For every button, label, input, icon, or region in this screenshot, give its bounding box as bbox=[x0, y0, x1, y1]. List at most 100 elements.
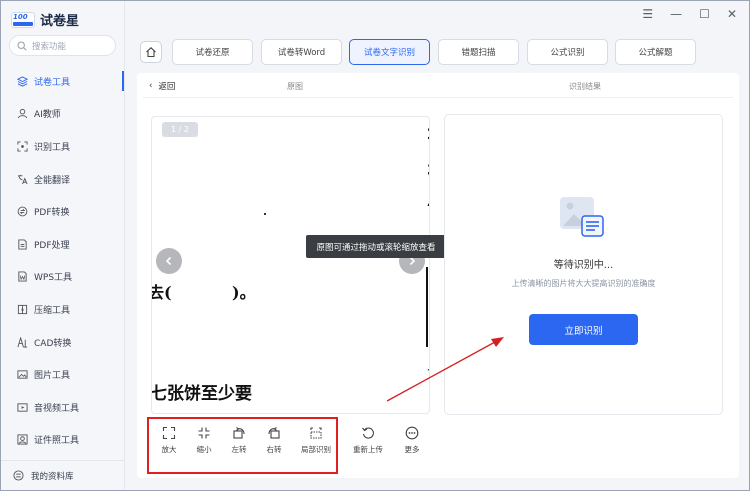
prev-page-button[interactable] bbox=[156, 248, 182, 274]
crop-icon bbox=[310, 427, 322, 439]
sidebar-item-label: 图片工具 bbox=[34, 371, 71, 382]
more-button[interactable]: 更多 bbox=[392, 426, 432, 455]
reupload-button[interactable]: 重新上传 bbox=[348, 426, 388, 455]
rotate-left-button[interactable]: 左转 bbox=[219, 426, 259, 455]
close-icon[interactable]: ✕ bbox=[727, 7, 737, 21]
reupload-icon bbox=[362, 427, 374, 439]
sidebar-item-recognition[interactable]: 识别工具 bbox=[1, 130, 124, 163]
tool-label: 放大 bbox=[161, 445, 177, 454]
sidebar-item-id-photo[interactable]: 证件照工具 bbox=[1, 424, 124, 457]
sidebar-item-label: 压缩工具 bbox=[34, 305, 71, 316]
wps-icon bbox=[18, 271, 27, 282]
sidebar-item-ai-teacher[interactable]: AI教师 bbox=[1, 98, 124, 131]
tab-formula-ocr[interactable]: 公式识别 bbox=[527, 39, 608, 65]
document-bracket bbox=[426, 267, 429, 347]
page-indicator: 1 / 2 bbox=[162, 122, 198, 137]
search-box[interactable]: 搜索功能 bbox=[9, 35, 116, 56]
sidebar-item-label: 识别工具 bbox=[34, 142, 71, 153]
chevron-left-icon: ‹ bbox=[149, 81, 153, 91]
cad-icon bbox=[17, 336, 28, 348]
home-icon bbox=[146, 47, 156, 58]
tab-wrong-question-scan[interactable]: 错题扫描 bbox=[438, 39, 519, 65]
upload-hint: 上传清晰的图片将大大提高识别的准确度 bbox=[511, 279, 656, 288]
sidebar-item-label: 试卷工具 bbox=[34, 77, 71, 88]
tool-label: 局部识别 bbox=[301, 445, 331, 454]
sidebar-item-label: AI教师 bbox=[34, 110, 61, 121]
divider bbox=[143, 97, 733, 98]
sidebar-item-label: PDF处理 bbox=[34, 240, 70, 251]
sidebar-item-cad[interactable]: CAD转换 bbox=[1, 326, 124, 359]
start-recognition-button[interactable]: 立即识别 bbox=[529, 314, 638, 345]
result-label: 识别结果 bbox=[569, 82, 601, 91]
rotate-left-icon bbox=[233, 427, 245, 439]
hamburger-menu-icon[interactable]: ☰ bbox=[642, 7, 653, 21]
sidebar-item-exam-tools[interactable]: 试卷工具 bbox=[1, 65, 124, 98]
scan-icon bbox=[17, 141, 28, 152]
search-icon bbox=[17, 40, 27, 51]
tool-label: 左转 bbox=[231, 445, 247, 454]
search-placeholder: 搜索功能 bbox=[32, 41, 67, 52]
document-text-line: 去( bbox=[152, 283, 172, 302]
maximize-icon[interactable]: ☐ bbox=[699, 7, 710, 21]
document-text-line: 七张饼至少要 bbox=[151, 384, 252, 404]
minimize-icon[interactable]: — bbox=[670, 7, 682, 21]
document-text-line: )。 bbox=[232, 283, 256, 302]
window-controls: ☰ — ☐ ✕ bbox=[642, 7, 737, 21]
my-library-button[interactable]: 我的资料库 bbox=[1, 460, 124, 490]
sidebar-item-image[interactable]: 图片工具 bbox=[1, 358, 124, 391]
app-name: 试卷星 bbox=[40, 14, 80, 29]
chevron-left-icon bbox=[165, 256, 172, 266]
compress-icon bbox=[17, 304, 28, 315]
zoom-hint-tooltip: 原图可通过拖动或滚轮缩放查看 bbox=[306, 235, 446, 258]
layers-icon bbox=[17, 76, 28, 87]
sidebar-item-wps[interactable]: WPS工具 bbox=[1, 261, 124, 294]
sidebar-item-pdf-convert[interactable]: PDF转换 bbox=[1, 195, 124, 228]
tool-label: 更多 bbox=[404, 445, 420, 454]
library-label: 我的资料库 bbox=[31, 471, 74, 482]
sidebar-item-label: CAD转换 bbox=[34, 338, 72, 349]
sidebar-nav: 试卷工具 AI教师 识别工具 全能翻译 PDF转换 PDF处理 WPS工具 压缩… bbox=[1, 65, 124, 456]
back-label: 返回 bbox=[158, 82, 176, 92]
id-photo-icon bbox=[17, 434, 28, 445]
media-icon bbox=[17, 403, 28, 412]
tab-exam-restore[interactable]: 试卷还原 bbox=[172, 39, 253, 65]
rotate-right-icon bbox=[268, 427, 280, 439]
zoom-in-button[interactable]: 放大 bbox=[149, 426, 189, 455]
image-recognition-icon bbox=[560, 197, 604, 237]
zoom-out-icon bbox=[198, 427, 210, 439]
zoom-out-button[interactable]: 缩小 bbox=[184, 426, 224, 455]
sidebar-item-label: WPS工具 bbox=[34, 273, 73, 284]
tool-label: 缩小 bbox=[196, 445, 212, 454]
logo-badge-icon: 100 bbox=[11, 11, 35, 28]
original-label: 原图 bbox=[287, 82, 303, 91]
sidebar-item-media[interactable]: 音视频工具 bbox=[1, 391, 124, 424]
teacher-icon bbox=[17, 109, 28, 119]
tab-formula-solve[interactable]: 公式解题 bbox=[615, 39, 696, 65]
translate-icon bbox=[17, 174, 28, 184]
app-logo: 100 试卷星 bbox=[11, 10, 79, 29]
more-icon bbox=[405, 426, 419, 440]
app-window: 100 试卷星 搜索功能 试卷工具 AI教师 识别工具 全能翻译 PDF转换 P… bbox=[0, 0, 750, 491]
tab-exam-to-word[interactable]: 试卷转Word bbox=[261, 39, 342, 65]
pdf-icon bbox=[18, 239, 27, 250]
rotate-right-button[interactable]: 右转 bbox=[254, 426, 294, 455]
sidebar-item-label: 证件照工具 bbox=[34, 436, 80, 447]
margin-number: 4 bbox=[427, 195, 429, 213]
home-button[interactable] bbox=[140, 41, 162, 63]
partial-recognition-button[interactable]: 局部识别 bbox=[296, 426, 336, 455]
sidebar: 100 试卷星 搜索功能 试卷工具 AI教师 识别工具 全能翻译 PDF转换 P… bbox=[1, 1, 125, 490]
tab-exam-text-ocr[interactable]: 试卷文字识别 bbox=[349, 39, 430, 65]
convert-icon bbox=[17, 206, 28, 217]
margin-number: 1 bbox=[426, 365, 429, 383]
sidebar-item-label: 全能翻译 bbox=[34, 175, 71, 186]
image-icon bbox=[17, 370, 28, 379]
back-button[interactable]: ‹ 返回 bbox=[149, 80, 175, 92]
tool-label: 右转 bbox=[266, 445, 282, 454]
sidebar-item-pdf-process[interactable]: PDF处理 bbox=[1, 228, 124, 261]
sidebar-item-label: PDF转换 bbox=[34, 208, 70, 219]
tool-label: 重新上传 bbox=[353, 445, 383, 454]
waiting-status: 等待识别中... bbox=[553, 260, 614, 271]
sidebar-item-compress[interactable]: 压缩工具 bbox=[1, 293, 124, 326]
sidebar-item-translate[interactable]: 全能翻译 bbox=[1, 163, 124, 196]
original-image-viewer[interactable]: 2 3 4 1 去( )。 七张饼至少要 bbox=[151, 116, 430, 414]
